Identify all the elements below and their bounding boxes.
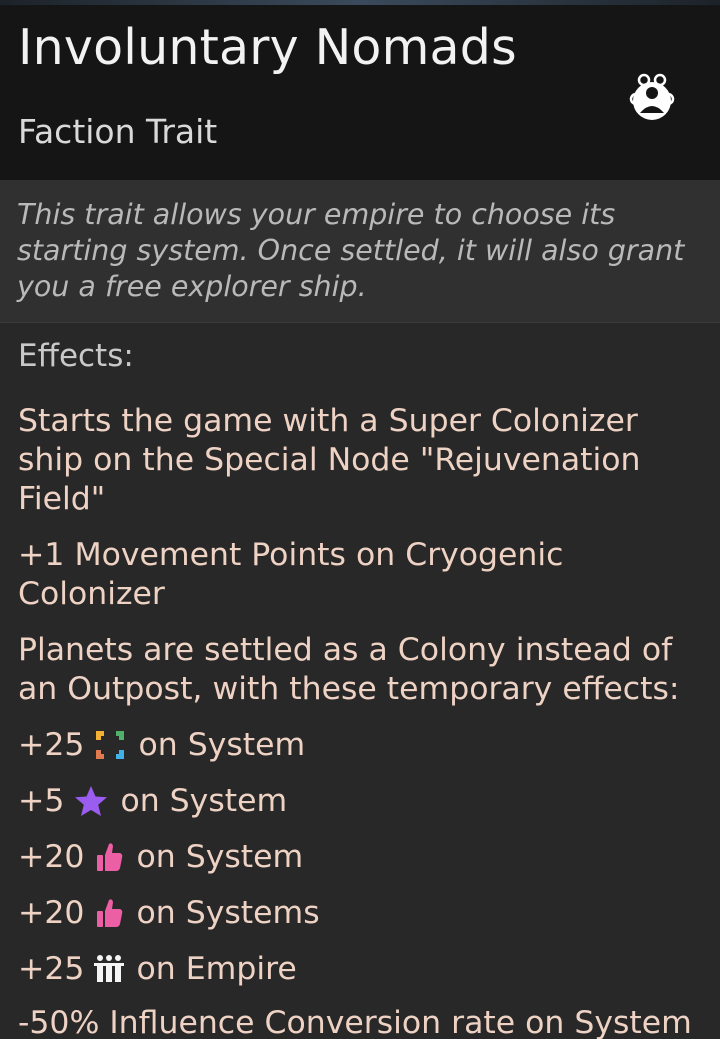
effect-movement: +1 Movement Points on Cryogenic Colonize… (18, 537, 564, 612)
trait-title: Involuntary Nomads (18, 19, 517, 76)
effect-row: +25 on Empire (18, 949, 297, 989)
effect-target: on System (136, 839, 304, 875)
effects-heading: Effects: (18, 338, 134, 374)
effect-value: +5 (18, 783, 65, 819)
effect-value: +25 (18, 951, 85, 987)
population-icon (94, 955, 125, 982)
effect-planets: Planets are settled as a Colony instead … (18, 632, 680, 707)
effect-starts: Starts the game with a Super Colonizer s… (18, 403, 641, 517)
effect-value: +20 (18, 839, 85, 875)
trait-category: Faction Trait (18, 112, 218, 151)
effect-target: on System (138, 727, 306, 763)
fids-icon (96, 731, 125, 759)
effect-row: +20 on Systems (18, 893, 320, 933)
faction-population-icon (629, 73, 675, 120)
effect-row: +5 on System (18, 781, 287, 821)
effect-row: +20 on System (18, 837, 303, 877)
effect-row: +25 on System (18, 725, 305, 765)
effect-influence-conversion: -50% Influence Conversion rate on System (18, 1005, 692, 1039)
effect-target: on Empire (136, 951, 297, 987)
description-box: This trait allows your empire to choose … (0, 180, 720, 323)
thumbs-up-icon (97, 843, 123, 871)
thumbs-up-icon (97, 899, 123, 927)
effect-value: +25 (18, 727, 85, 763)
effect-target: on Systems (136, 895, 320, 931)
trait-description: This trait allows your empire to choose … (17, 198, 685, 303)
star-icon (75, 786, 108, 816)
effect-value: +20 (18, 895, 85, 931)
effect-target: on System (120, 783, 288, 819)
tooltip-header: Involuntary Nomads Faction Trait (0, 5, 720, 180)
